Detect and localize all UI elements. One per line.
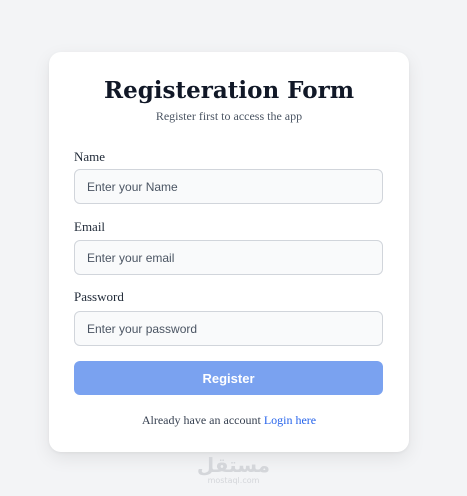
watermark-logo: مستقل mostaql.com [0,454,467,486]
form-subtitle: Register first to access the app [155,109,303,123]
name-input[interactable] [74,169,383,204]
password-label: Password [74,289,124,304]
login-link[interactable]: Login here [264,413,316,427]
watermark-sub: mostaql.com [207,476,260,485]
registration-card: Registeration Form Register first to acc… [49,52,409,452]
email-input[interactable] [74,240,383,275]
login-prompt: Already have an account Login here [49,413,409,428]
name-label: Name [74,149,106,164]
register-button[interactable]: Register [74,361,383,395]
email-label: Email [74,219,106,234]
form-title: Registeration Form [103,77,355,104]
watermark-main: مستقل [196,453,271,477]
password-input[interactable] [74,311,383,346]
login-prompt-text: Already have an account [141,413,261,427]
